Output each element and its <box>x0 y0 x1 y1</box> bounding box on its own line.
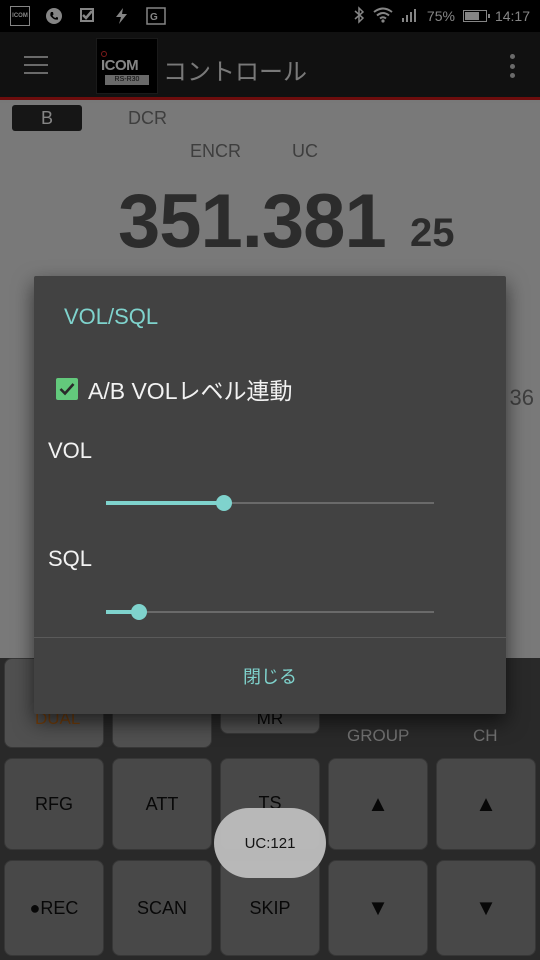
sql-label: SQL <box>48 546 93 571</box>
vol-link-checkbox[interactable] <box>56 378 78 400</box>
vol-slider-fill <box>106 501 225 505</box>
sql-slider[interactable] <box>106 597 434 627</box>
vol-label: VOL <box>48 438 93 463</box>
sql-slider-thumb[interactable] <box>130 604 147 620</box>
vol-link-checkbox-row[interactable]: A/B VOLレベル連動 <box>56 372 292 406</box>
vol-slider-thumb[interactable] <box>216 495 233 511</box>
toast-message: UC:121 <box>214 808 326 878</box>
vol-sql-dialog: VOL/SQL A/B VOLレベル連動 VOL SQL 閉じる <box>34 276 506 714</box>
sql-slider-track <box>106 611 434 613</box>
dialog-title: VOL/SQL <box>64 304 159 329</box>
close-button[interactable]: 閉じる <box>34 638 506 714</box>
vol-link-label: A/B VOLレベル連動 <box>88 378 293 404</box>
check-icon <box>59 383 75 396</box>
vol-slider[interactable] <box>106 488 434 518</box>
